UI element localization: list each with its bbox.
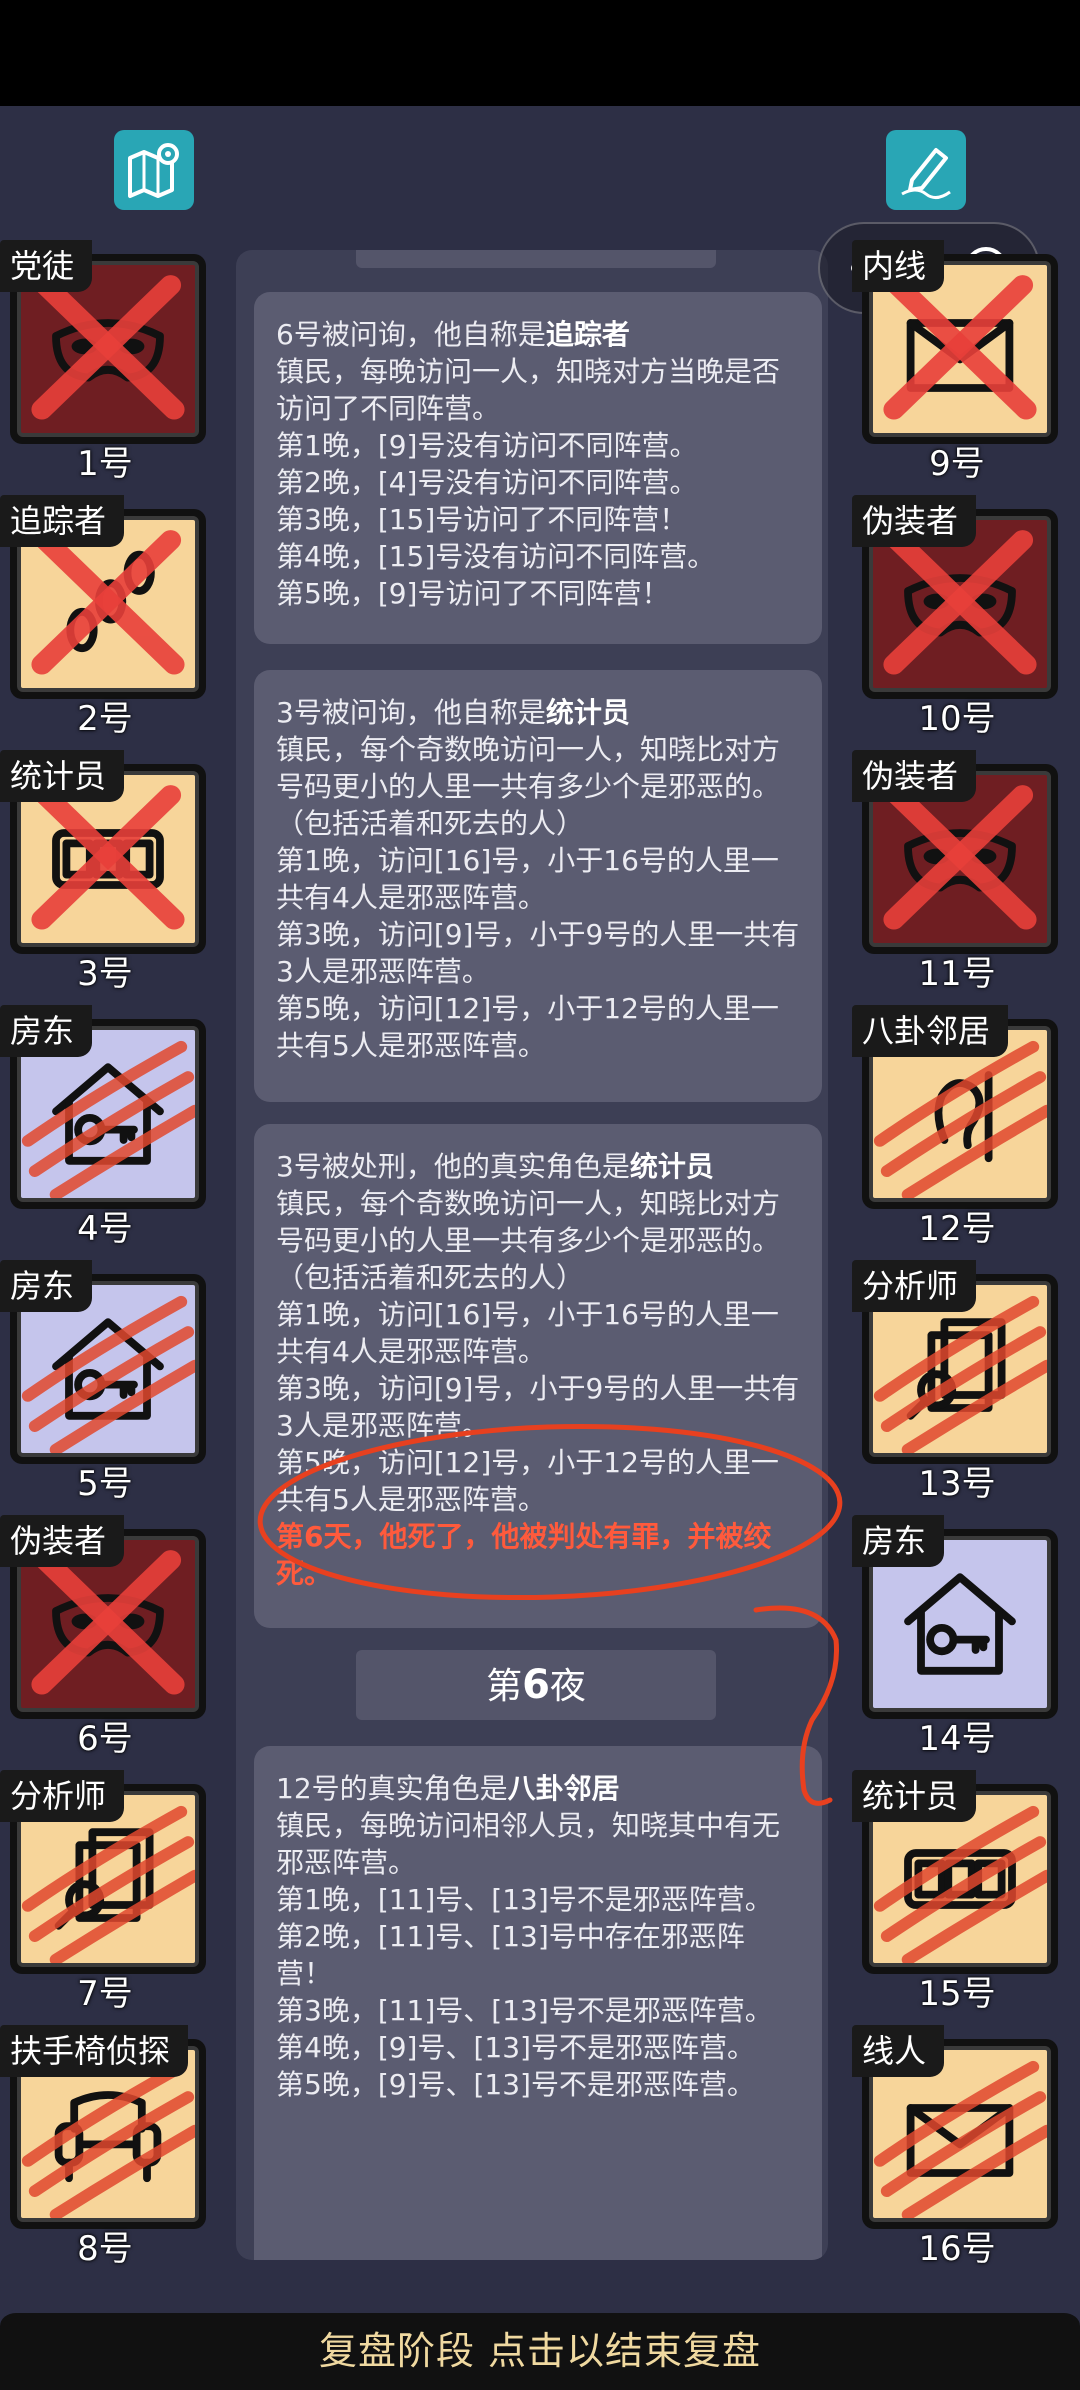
status-bar-area (0, 0, 1080, 106)
seat-number: 8号 (77, 2229, 133, 2269)
seat-number: 5号 (77, 1464, 133, 1504)
seat-number: 7号 (77, 1974, 133, 2014)
mask-icon (43, 1559, 173, 1689)
role-name-tag: 伪装者 (0, 1515, 125, 1567)
log-message: 6号被问询，他自称是追踪者 镇民，每晚访问一人，知晓对方当晚是否访问了不同阵营。… (254, 292, 822, 644)
player-seat-card[interactable]: 统计员 3号 (0, 750, 210, 994)
player-seat-card[interactable]: 线人 16号 (852, 2025, 1062, 2269)
player-seat-card[interactable]: 党徒 1号 (0, 240, 210, 484)
player-seat-card[interactable]: 房东 4号 (0, 1005, 210, 1249)
role-name-tag: 扶手椅侦探 (0, 2025, 189, 2077)
seat-number: 12号 (918, 1209, 996, 1249)
player-seat-card[interactable]: 房东 14号 (852, 1515, 1062, 1759)
role-name-tag: 追踪者 (0, 495, 125, 547)
role-name-tag: 八卦邻居 (852, 1005, 1009, 1057)
player-seat-card[interactable]: 分析师 7号 (0, 1770, 210, 2014)
mask-icon (43, 284, 173, 414)
player-seat-card[interactable]: 伪装者 6号 (0, 1515, 210, 1759)
player-seat-card[interactable]: 八卦邻居 12号 (852, 1005, 1062, 1249)
armchair-icon (43, 2069, 173, 2199)
player-seat-card[interactable]: 统计员 15号 (852, 1770, 1062, 2014)
role-name-tag: 分析师 (852, 1260, 977, 1312)
seat-number: 1号 (77, 444, 133, 484)
player-seat-card[interactable]: 内线 9号 (852, 240, 1062, 484)
seat-number: 10号 (918, 699, 996, 739)
seat-number: 9号 (929, 444, 985, 484)
notes-button[interactable] (886, 130, 966, 210)
role-name-tag: 统计员 (0, 750, 125, 802)
footprints-icon (43, 539, 173, 669)
files-magnifier-icon (895, 1304, 1025, 1434)
map-pin-icon (128, 143, 179, 198)
player-seat-card[interactable]: 房东 5号 (0, 1260, 210, 1504)
counter-icon (43, 794, 173, 924)
seat-number: 11号 (918, 954, 996, 994)
night-label-partial (356, 250, 716, 268)
envelope-icon (895, 2069, 1025, 2199)
mask-icon (895, 794, 1025, 924)
night-label: 第6夜 (356, 1650, 716, 1720)
pen-note-icon (901, 148, 951, 199)
log-message: 12号的真实角色是八卦邻居 镇民，每晚访问相邻人员，知晓其中有无邪恶阵营。 第1… (254, 1746, 822, 2260)
map-button[interactable] (114, 130, 194, 210)
log-message: 3号被处刑，他的真实角色是统计员 镇民，每个奇数晚访问一人，知晓比对方号码更小的… (254, 1124, 822, 1628)
death-notice: 第6天，他死了，他被判处有罪，并被绞死。 (276, 1520, 772, 1590)
files-magnifier-icon (43, 1814, 173, 1944)
player-seat-card[interactable]: 追踪者 2号 (0, 495, 210, 739)
house-key-icon (43, 1304, 173, 1434)
player-seat-card[interactable]: 伪装者 11号 (852, 750, 1062, 994)
end-review-button[interactable]: 复盘阶段 点击以结束复盘 (0, 2310, 1080, 2390)
role-name-tag: 房东 (0, 1005, 93, 1057)
player-seat-card[interactable]: 伪装者 10号 (852, 495, 1062, 739)
role-name-tag: 伪装者 (852, 750, 977, 802)
role-name-tag: 分析师 (0, 1770, 125, 1822)
seat-number: 6号 (77, 1719, 133, 1759)
counter-icon (895, 1814, 1025, 1944)
role-name-tag: 党徒 (0, 240, 93, 292)
mask-icon (895, 539, 1025, 669)
seat-number: 16号 (918, 2229, 996, 2269)
seat-number: 14号 (918, 1719, 996, 1759)
log-message: 3号被问询，他自称是统计员 镇民，每个奇数晚访问一人，知晓比对方号码更小的人里一… (254, 670, 822, 1102)
seat-number: 15号 (918, 1974, 996, 2014)
role-name-tag: 内线 (852, 240, 945, 292)
role-name-tag: 伪装者 (852, 495, 977, 547)
house-key-icon (43, 1049, 173, 1179)
ear-icon (895, 1049, 1025, 1179)
house-key-icon (895, 1559, 1025, 1689)
role-name-tag: 房东 (0, 1260, 93, 1312)
player-seat-card[interactable]: 扶手椅侦探 8号 (0, 2025, 210, 2269)
seat-number: 2号 (77, 699, 133, 739)
role-name-tag: 线人 (852, 2025, 945, 2077)
player-seat-card[interactable]: 分析师 13号 (852, 1260, 1062, 1504)
seat-number: 4号 (77, 1209, 133, 1249)
seat-number: 13号 (918, 1464, 996, 1504)
role-name-tag: 统计员 (852, 1770, 977, 1822)
seat-number: 3号 (77, 954, 133, 994)
review-log-panel[interactable]: 6号被问询，他自称是追踪者 镇民，每晚访问一人，知晓对方当晚是否访问了不同阵营。… (236, 250, 828, 2260)
role-name-tag: 房东 (852, 1515, 945, 1567)
envelope-icon (895, 284, 1025, 414)
